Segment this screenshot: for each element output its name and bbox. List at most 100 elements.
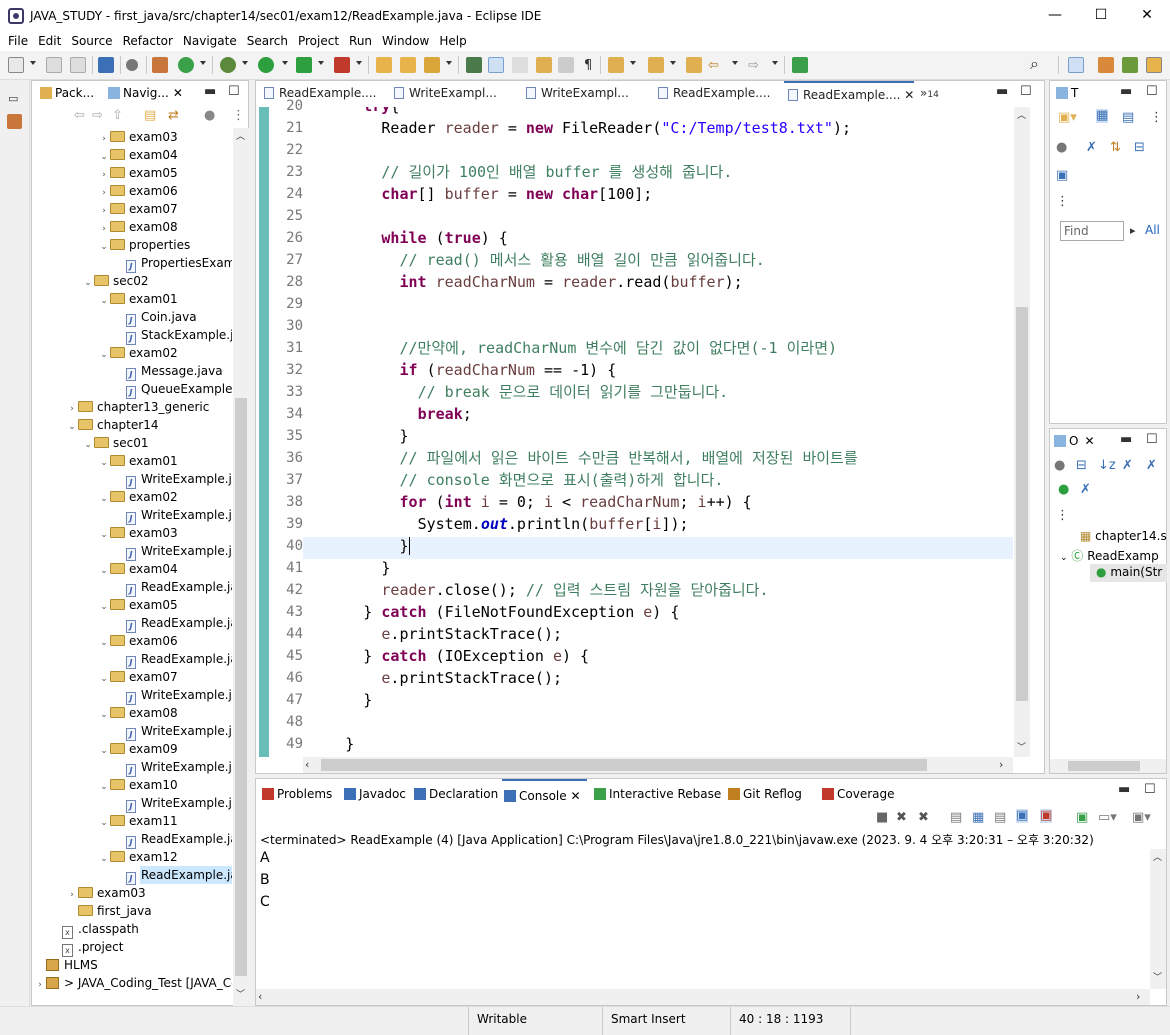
outline-hscrollbar[interactable]: [1050, 759, 1166, 773]
tree-item[interactable]: › exam08: [98, 218, 177, 236]
open-console-icon[interactable]: ▣▾: [1132, 811, 1151, 825]
menu-item[interactable]: Run: [344, 34, 377, 48]
scroll-down-icon[interactable]: ﹀: [236, 988, 245, 1002]
menu-item[interactable]: Help: [434, 34, 471, 48]
tree-item[interactable]: ⌄ exam02: [98, 344, 177, 362]
save-icon[interactable]: [46, 57, 62, 73]
tree-item[interactable]: J Coin.java: [114, 308, 197, 327]
tree-item[interactable]: ⌄ exam01: [98, 290, 177, 308]
scroll-down-icon[interactable]: ﹀: [1017, 741, 1026, 755]
chevron-down-icon[interactable]: ⌄: [98, 706, 110, 724]
editor-minimize-icon[interactable]: ▬: [996, 85, 1008, 99]
console-vscrollbar[interactable]: ︿ ﹀: [1150, 849, 1166, 989]
new-icon[interactable]: [8, 57, 24, 73]
chevron-down-icon[interactable]: ⌄: [98, 814, 110, 832]
nav-back-icon[interactable]: ⇦: [74, 109, 85, 123]
word-wrap-icon[interactable]: ▤: [994, 811, 1006, 825]
tree-item[interactable]: ⌄ exam11: [98, 812, 177, 832]
editor-vscrollbar[interactable]: ︿ ﹀: [1014, 107, 1030, 757]
scroll-left-icon[interactable]: ‹: [305, 758, 309, 772]
menu-item[interactable]: Search: [242, 34, 293, 48]
tree-item[interactable]: JReadExample.java: [114, 650, 232, 669]
tree-item[interactable]: › exam03: [98, 128, 177, 146]
explorer-scrollbar[interactable]: ︿ ﹀: [233, 128, 249, 1006]
remove-launch-icon[interactable]: ✖: [896, 811, 907, 825]
categorized-icon[interactable]: ▦: [1096, 109, 1109, 123]
block-selection-icon[interactable]: [536, 57, 552, 73]
public-filter-icon[interactable]: ●: [1058, 483, 1069, 497]
skip-breakpoints-icon[interactable]: [126, 59, 138, 71]
tree-item[interactable]: JQueueExample.java: [114, 380, 232, 399]
search-tool-icon[interactable]: [424, 57, 440, 73]
console-tab[interactable]: Problems: [260, 779, 332, 809]
terminate-icon[interactable]: ■: [876, 811, 888, 825]
chevron-down-icon[interactable]: ⌄: [66, 418, 78, 436]
console-tab[interactable]: Declaration: [412, 779, 498, 809]
tree-item[interactable]: ⌄ exam08: [98, 704, 177, 724]
tree-item[interactable]: J Message.java: [114, 362, 223, 381]
chevron-right-icon[interactable]: ›: [34, 976, 46, 992]
chevron-down-icon[interactable]: ⌄: [98, 526, 110, 544]
scroll-up-icon[interactable]: ︿: [1017, 109, 1026, 123]
sync-icon[interactable]: ⇅: [1110, 141, 1121, 155]
chevron-down-icon[interactable]: ⌄: [98, 454, 110, 472]
filter-icon[interactable]: ●: [204, 109, 215, 123]
close-window-button[interactable]: ✕: [1124, 0, 1170, 31]
tab-overflow-icon[interactable]: »14: [920, 86, 939, 102]
chevron-down-icon[interactable]: ⌄: [98, 634, 110, 652]
outline-package-item[interactable]: ▦ chapter14.s: [1080, 529, 1167, 543]
hide-local-types-icon[interactable]: ✗: [1080, 483, 1091, 497]
close-tab-icon[interactable]: ✕: [900, 88, 914, 102]
chevron-down-icon[interactable]: ⌄: [98, 238, 110, 256]
sort-icon[interactable]: ↓z: [1098, 459, 1116, 473]
scheduled-icon[interactable]: ▤: [1122, 111, 1134, 125]
tab-outline[interactable]: O ✕: [1054, 429, 1095, 454]
explorer-scroll-thumb[interactable]: [235, 398, 247, 976]
chevron-down-icon[interactable]: ⌄: [98, 742, 110, 760]
editor-tab[interactable]: ReadExample.... ✕: [784, 81, 914, 106]
refresh-icon[interactable]: [178, 57, 194, 73]
display-console-icon[interactable]: ▭▾: [1098, 811, 1117, 825]
prev-annotation-icon[interactable]: [648, 57, 664, 73]
minimize-view-icon[interactable]: ▬: [1118, 783, 1130, 797]
maximize-view-icon[interactable]: ☐: [228, 85, 240, 99]
restore-icon[interactable]: ▭: [8, 92, 18, 106]
hide-completed-icon[interactable]: ✗: [1086, 141, 1097, 155]
tree-item[interactable]: ⌄ exam12: [98, 848, 177, 868]
chevron-down-icon[interactable]: ⌄: [98, 778, 110, 796]
menu-item[interactable]: File: [3, 34, 33, 48]
tree-item[interactable]: JStackExample.java: [114, 326, 232, 345]
scroll-lock-icon[interactable]: ▦: [972, 811, 984, 825]
chevron-down-icon[interactable]: ⌄: [98, 850, 110, 868]
tree-item[interactable]: JReadExample.java: [114, 578, 232, 597]
git-icon[interactable]: [7, 114, 22, 129]
menu-item[interactable]: Window: [377, 34, 434, 48]
link-editor-icon[interactable]: ⇄: [168, 109, 179, 123]
tree-item[interactable]: ⌄ exam02: [98, 488, 177, 506]
tree-item[interactable]: JWriteExample.java: [114, 722, 232, 741]
tree-item[interactable]: ⌄ exam05: [98, 596, 177, 616]
outline-method-item[interactable]: ● main(Str: [1096, 565, 1162, 579]
open-type-icon[interactable]: [376, 57, 392, 73]
chevron-down-icon[interactable]: ⌄: [82, 436, 94, 454]
outline-class-item[interactable]: ⌄ Ⓒ ReadExamp: [1060, 547, 1159, 564]
console-tab[interactable]: Coverage: [820, 779, 895, 809]
close-tab-icon[interactable]: ✕: [1084, 434, 1094, 448]
tree-item[interactable]: ⌄ properties: [98, 236, 190, 254]
mark-occurrences-icon[interactable]: [488, 57, 504, 73]
editor-hscroll-thumb[interactable]: [321, 759, 927, 771]
scroll-up-icon[interactable]: ︿: [236, 130, 245, 144]
tree-item[interactable]: x .classpath: [50, 920, 139, 939]
run-icon[interactable]: [258, 57, 274, 73]
tree-item[interactable]: first_java: [66, 902, 152, 920]
all-link[interactable]: All: [1145, 223, 1160, 237]
more-icon[interactable]: ⋮: [1056, 195, 1069, 209]
menu-item[interactable]: Edit: [33, 34, 66, 48]
debug-perspective-icon[interactable]: [1122, 57, 1138, 73]
chevron-down-icon[interactable]: ⌄: [98, 598, 110, 616]
build-icon[interactable]: [152, 57, 168, 73]
tree-item[interactable]: JWriteExample.java: [114, 686, 232, 705]
editor-tab[interactable]: ReadExample....: [654, 81, 780, 106]
editor-tab[interactable]: WriteExampl...: [522, 81, 648, 106]
focus-icon[interactable]: ●: [1054, 459, 1065, 473]
